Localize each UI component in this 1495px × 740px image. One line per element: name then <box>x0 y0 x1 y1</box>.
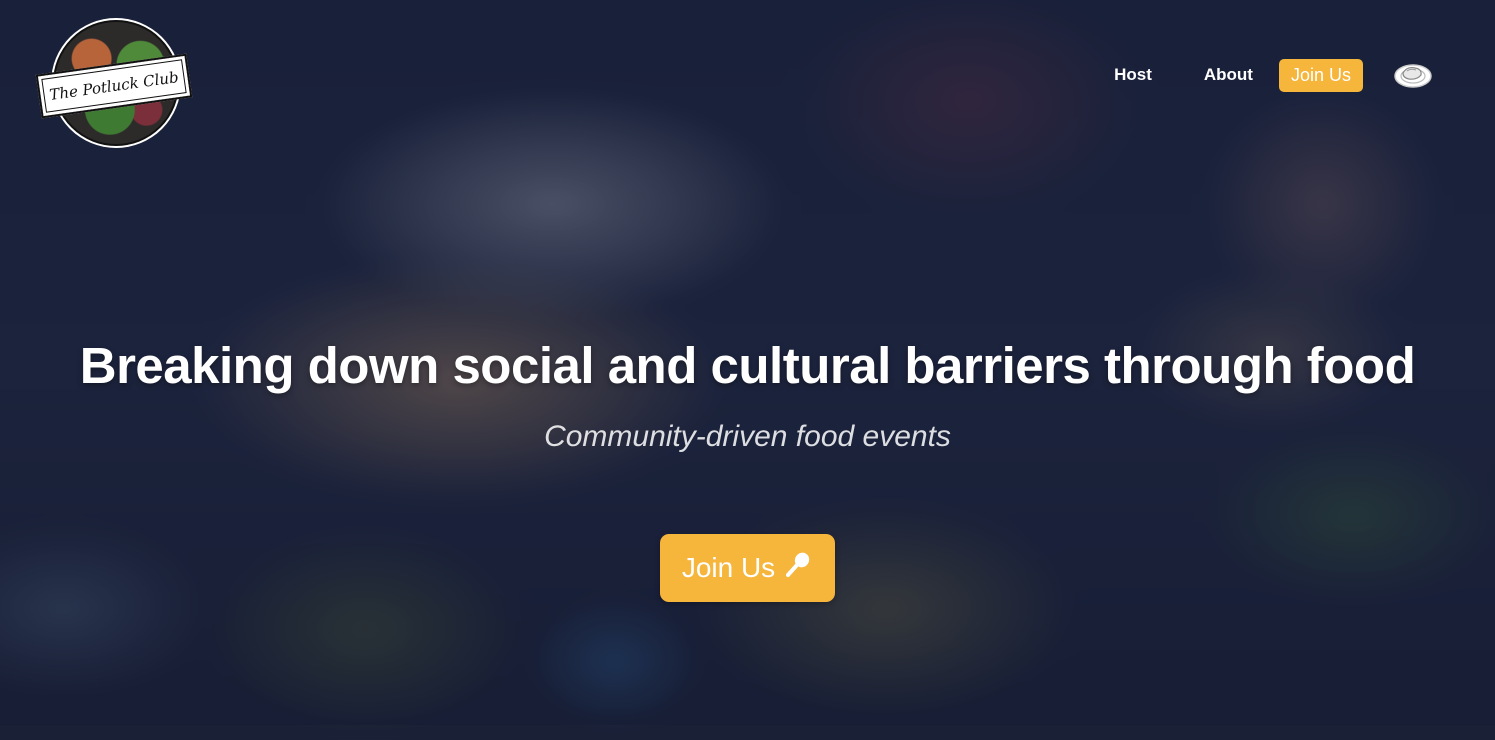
hero-subheadline: Community-driven food events <box>544 420 951 453</box>
main-nav: Host About Join Us <box>1114 57 1433 93</box>
nav-host-link[interactable]: Host <box>1114 65 1152 85</box>
hero-headline: Breaking down social and cultural barrie… <box>79 337 1416 394</box>
hero-join-label: Join Us <box>681 552 776 583</box>
hero-join-button[interactable]: Join Us <box>660 534 835 602</box>
nav-about-link[interactable]: About <box>1204 65 1253 85</box>
nav-join-button[interactable]: Join Us <box>1278 58 1363 92</box>
spoon-icon <box>783 550 813 587</box>
plate-icon[interactable] <box>1393 57 1433 93</box>
site-logo[interactable]: The Potluck Club <box>35 20 193 146</box>
